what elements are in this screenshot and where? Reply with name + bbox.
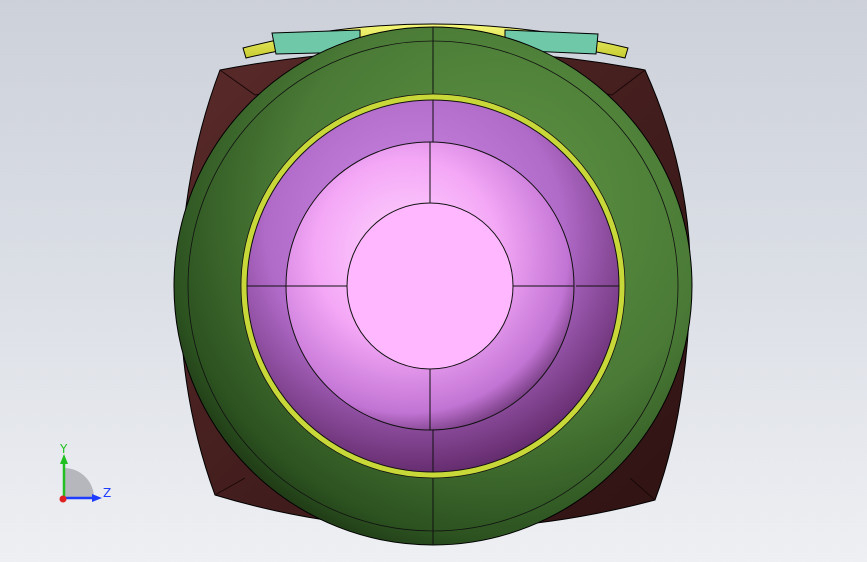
triad-z-arrow bbox=[92, 494, 102, 502]
triad-y-label: Y bbox=[59, 442, 68, 456]
view-triad[interactable]: Y Z bbox=[52, 440, 112, 510]
ball-valve-model[interactable] bbox=[0, 0, 867, 562]
graphics-viewport[interactable]: Y Z bbox=[0, 0, 867, 562]
triad-quadrant bbox=[64, 468, 94, 498]
triad-x-dot bbox=[59, 495, 67, 503]
triad-z-label: Z bbox=[103, 486, 111, 500]
center-face bbox=[346, 202, 514, 370]
